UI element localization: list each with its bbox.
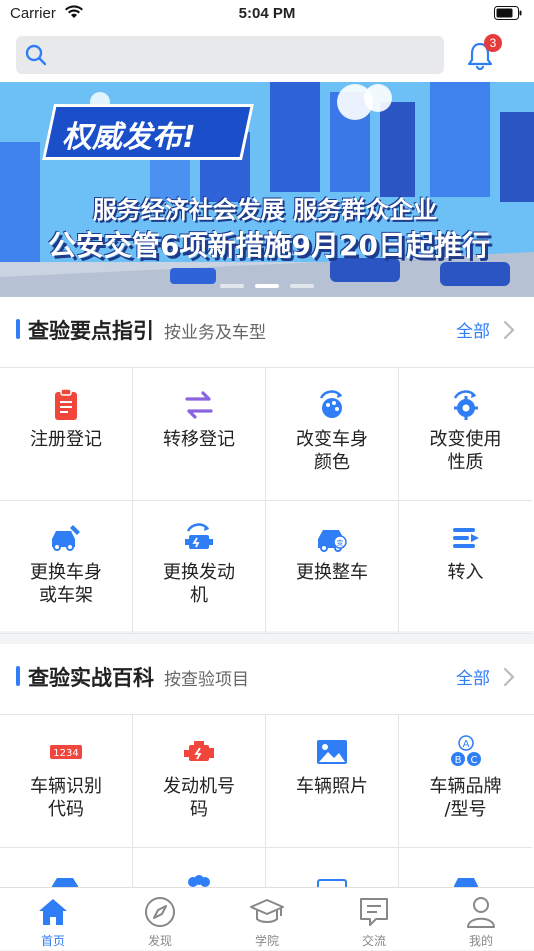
transfer-arrows-icon bbox=[185, 391, 213, 419]
svg-text:A: A bbox=[462, 739, 469, 750]
tab-home[interactable]: 首页 bbox=[0, 888, 106, 951]
svg-text:C: C bbox=[470, 755, 477, 766]
section-header: 查验要点指引 按业务及车型 全部 bbox=[0, 297, 534, 367]
guide-item-label: 更换发动 机 bbox=[163, 562, 235, 606]
section-accent-bar bbox=[16, 666, 20, 686]
guide-item-transfer[interactable]: 转移登记 bbox=[133, 368, 266, 501]
search-bar[interactable] bbox=[16, 36, 444, 74]
wiki-item-label: 发动机号 码 bbox=[163, 776, 235, 820]
svg-text:B: B bbox=[454, 755, 461, 766]
section-subtitle: 按业务及车型 bbox=[164, 323, 266, 343]
guide-item-transfer-in[interactable]: 转入 bbox=[399, 501, 532, 634]
wiki-item-partial[interactable] bbox=[0, 848, 133, 887]
wiki-item-label: 车辆照片 bbox=[296, 776, 368, 797]
tab-discover[interactable]: 发现 bbox=[107, 888, 213, 951]
banner-pagination bbox=[0, 273, 534, 292]
guide-item-engine-change[interactable]: 更换发动 机 bbox=[133, 501, 266, 634]
wiki-item-label: 车辆识别 代码 bbox=[30, 776, 102, 820]
guide-grid: 注册登记 转移登记 改变车身 颜色 改变使用 性质 更换车身 或车架 更换发动 … bbox=[0, 367, 534, 634]
inspection-wiki-section: 查验实战百科 按查验项目 全部 1234 车辆识别 代码 发动机号 码 车辆照片… bbox=[0, 644, 534, 887]
guide-item-register[interactable]: 注册登记 bbox=[0, 368, 133, 501]
banner-subheadline: 公安交管6项新措施9月20日起推行 bbox=[48, 229, 490, 262]
gear-refresh-icon bbox=[453, 390, 478, 420]
search-input[interactable] bbox=[56, 36, 436, 74]
guide-item-body-color[interactable]: 改变车身 颜色 bbox=[266, 368, 399, 501]
section-title: 查验实战百科 bbox=[28, 666, 154, 690]
pagination-dot-active[interactable] bbox=[255, 284, 279, 288]
guide-item-label: 转移登记 bbox=[163, 429, 235, 450]
graduation-cap-icon bbox=[250, 899, 284, 923]
tab-label: 交流 bbox=[361, 934, 386, 948]
guide-item-label: 更换车身 或车架 bbox=[30, 562, 102, 606]
section-accent-bar bbox=[16, 319, 20, 339]
svg-text:变: 变 bbox=[337, 538, 344, 547]
svg-text:1234: 1234 bbox=[53, 748, 78, 759]
chat-icon bbox=[360, 898, 388, 926]
plate-icon bbox=[317, 879, 347, 887]
section-header: 查验实战百科 按查验项目 全部 bbox=[0, 644, 534, 714]
battery-icon bbox=[494, 6, 522, 20]
vin-code-icon: 1234 bbox=[50, 745, 82, 759]
guide-item-label: 改变车身 颜色 bbox=[296, 429, 368, 473]
tab-label: 我的 bbox=[468, 934, 493, 948]
view-all-link[interactable]: 全部 bbox=[456, 664, 490, 689]
guide-item-label: 转入 bbox=[447, 562, 484, 583]
search-icon bbox=[25, 44, 47, 66]
guide-item-label: 注册登记 bbox=[30, 429, 102, 450]
wiki-item-photo[interactable]: 车辆照片 bbox=[266, 715, 399, 848]
wiki-item-brand-model[interactable]: A B C 车辆品牌 /型号 bbox=[399, 715, 532, 848]
car-partial-icon bbox=[52, 878, 78, 887]
abc-icon: A B C bbox=[450, 735, 481, 766]
engine-icon bbox=[184, 741, 214, 761]
people-icon bbox=[188, 875, 210, 887]
wiki-item-label: 车辆品牌 /型号 bbox=[429, 776, 502, 820]
section-title: 查验要点指引 bbox=[28, 319, 154, 343]
chevron-right-icon[interactable] bbox=[502, 319, 516, 341]
wiki-item-partial[interactable] bbox=[266, 848, 399, 887]
bottom-tab-bar: 首页 发现 学院 交流 我的 bbox=[0, 887, 534, 950]
tab-label: 学院 bbox=[254, 934, 279, 948]
clipboard-icon bbox=[55, 388, 77, 420]
home-icon bbox=[39, 899, 67, 925]
guide-item-label: 更换整车 bbox=[296, 562, 368, 583]
view-all-link[interactable]: 全部 bbox=[456, 317, 490, 342]
wiki-grid: 1234 车辆识别 代码 发动机号 码 车辆照片 A B C 车辆品牌 /型号 bbox=[0, 714, 534, 887]
car-wrench-icon bbox=[52, 525, 80, 551]
promo-banner[interactable]: 权威发布! 服务经济社会发展 服务群众企业 公安交管6项新措施9月20日起推行 bbox=[0, 82, 534, 297]
section-subtitle: 按查验项目 bbox=[164, 670, 249, 690]
wiki-item-partial[interactable] bbox=[133, 848, 266, 887]
guide-item-label: 改变使用 性质 bbox=[429, 429, 502, 473]
banner-headline: 服务经济社会发展 服务群众企业 bbox=[92, 196, 438, 224]
top-bar: 3 bbox=[0, 28, 534, 82]
user-icon bbox=[467, 897, 495, 928]
tab-label: 首页 bbox=[40, 934, 65, 948]
guide-item-body-frame[interactable]: 更换车身 或车架 bbox=[0, 501, 133, 634]
car-swap-icon: 变 bbox=[318, 530, 347, 552]
chevron-right-icon[interactable] bbox=[502, 666, 516, 688]
wiki-item-vin[interactable]: 1234 车辆识别 代码 bbox=[0, 715, 133, 848]
tab-profile[interactable]: 我的 bbox=[428, 888, 534, 951]
guide-item-usage-change[interactable]: 改变使用 性质 bbox=[399, 368, 532, 501]
notification-badge: 3 bbox=[484, 34, 502, 52]
inspection-guide-section: 查验要点指引 按业务及车型 全部 注册登记 转移登记 改变车身 颜色 改变使用 … bbox=[0, 297, 534, 634]
tab-community[interactable]: 交流 bbox=[321, 888, 427, 951]
wiki-item-partial[interactable] bbox=[399, 848, 532, 887]
clock: 5:04 PM bbox=[238, 5, 296, 22]
transfer-in-icon bbox=[452, 528, 479, 548]
banner-tag: 权威发布! bbox=[62, 120, 196, 155]
tab-academy[interactable]: 学院 bbox=[214, 888, 320, 951]
engine-refresh-icon bbox=[185, 523, 213, 549]
photo-icon bbox=[317, 740, 347, 764]
palette-icon bbox=[319, 390, 342, 418]
car-front-icon bbox=[453, 878, 478, 887]
pagination-dot[interactable] bbox=[290, 284, 315, 288]
wiki-item-engine-number[interactable]: 发动机号 码 bbox=[133, 715, 266, 848]
compass-icon bbox=[145, 897, 175, 927]
status-bar: Carrier 5:04 PM bbox=[0, 0, 534, 28]
tab-label: 发现 bbox=[147, 934, 172, 948]
guide-item-whole-car[interactable]: 变 更换整车 bbox=[266, 501, 399, 634]
pagination-dot[interactable] bbox=[219, 284, 244, 288]
